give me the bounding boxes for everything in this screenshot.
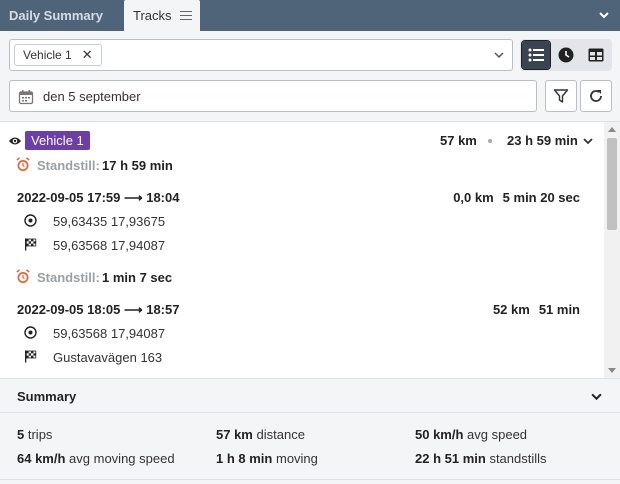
scroll-down-icon[interactable] <box>608 368 616 373</box>
end-location: 59,63568 17,94087 <box>53 238 166 253</box>
list-view-button[interactable] <box>521 40 551 70</box>
stat-label: standstills <box>489 451 547 466</box>
trip-row[interactable]: 2022-09-05 17:59 ⟶ 18:04 0,0 km 5 min 20 … <box>0 188 604 206</box>
stat-avg-moving-speed: 64 km/h avg moving speed <box>17 451 175 466</box>
alarm-clock-icon <box>16 157 30 171</box>
trip-time: 2022-09-05 18:05 ⟶ 18:57 <box>17 302 180 317</box>
stat-standstills: 22 h 51 min standstills <box>415 451 547 466</box>
start-point-icon <box>24 214 37 227</box>
tab-daily-summary[interactable]: Daily Summary <box>0 0 122 31</box>
list-icon <box>528 48 544 62</box>
tab-label: Daily Summary <box>9 8 103 23</box>
summary-panel: Summary 5 trips 57 km distance 50 km/h a… <box>0 378 620 484</box>
standstill-label: Standstill: <box>37 270 100 285</box>
trip-end-point[interactable]: Gustavavägen 163 <box>0 348 604 366</box>
stat-value: 1 h 8 min <box>216 451 273 466</box>
scroll-thumb[interactable] <box>607 138 617 230</box>
stat-label: avg speed <box>467 427 528 442</box>
vehicle-select[interactable]: Vehicle 1 ✕ <box>9 39 513 71</box>
finish-flag-icon <box>25 350 37 363</box>
stat-label: moving <box>275 451 318 466</box>
stat-label: trips <box>27 427 53 442</box>
standstill-duration: 1 min 7 sec <box>102 270 173 285</box>
trip-end-point[interactable]: 59,63568 17,94087 <box>0 236 604 254</box>
stat-label: distance <box>256 427 305 442</box>
stat-distance: 57 km distance <box>216 427 305 442</box>
track-list: Vehicle 1 57 km 23 h 59 min Standstill: … <box>0 122 604 378</box>
stat-value: 64 km/h <box>17 451 66 466</box>
calendar-icon <box>18 90 34 105</box>
trip-distance: 0,0 km <box>453 190 494 205</box>
trip-start-point[interactable]: 59,63568 17,94087 <box>0 324 604 342</box>
scroll-up-icon[interactable] <box>608 127 616 132</box>
trip-stats: 52 km 51 min <box>493 302 580 317</box>
chevron-down-icon[interactable] <box>598 9 610 21</box>
start-location: 59,63568 17,94087 <box>53 326 166 341</box>
tab-tracks[interactable]: Tracks <box>124 0 200 31</box>
summary-header[interactable]: Summary <box>0 379 620 413</box>
menu-icon[interactable] <box>179 10 192 21</box>
start-point-icon <box>24 326 37 339</box>
trip-duration: 5 min 20 sec <box>502 190 580 205</box>
filter-button[interactable] <box>545 80 577 112</box>
eye-icon[interactable] <box>8 135 22 147</box>
stat-avg-speed: 50 km/h avg speed <box>415 427 527 442</box>
standstill-row[interactable]: Standstill: 17 h 59 min <box>0 156 604 174</box>
standstill-duration: 17 h 59 min <box>102 158 173 173</box>
chevron-down-icon[interactable] <box>591 391 602 402</box>
summary-divider <box>0 479 620 480</box>
vehicle-distance: 57 km <box>440 133 477 148</box>
filter-icon <box>553 89 569 103</box>
vehicle-duration: 23 h 59 min <box>507 133 578 148</box>
date-value: den 5 september <box>43 89 141 104</box>
standstill-label: Standstill: <box>37 158 100 173</box>
toolbar: Vehicle 1 ✕ den 5 september <box>0 31 620 122</box>
date-picker[interactable]: den 5 september <box>9 80 537 112</box>
separator-dot <box>488 139 492 143</box>
start-location: 59,63435 17,93675 <box>53 214 166 229</box>
summary-title: Summary <box>17 389 77 404</box>
timeline-view-button[interactable] <box>552 41 580 69</box>
stat-trips: 5 trips <box>17 427 52 442</box>
view-switcher <box>520 39 612 71</box>
chip-remove-icon[interactable]: ✕ <box>82 47 93 63</box>
trip-row[interactable]: 2022-09-05 18:05 ⟶ 18:57 52 km 51 min <box>0 300 604 318</box>
vehicle-badge: Vehicle 1 <box>25 131 90 150</box>
trip-time: 2022-09-05 17:59 ⟶ 18:04 <box>17 190 180 205</box>
track-list-scrollbar[interactable] <box>604 122 620 378</box>
chevron-down-icon[interactable] <box>494 50 504 60</box>
trip-stats: 0,0 km 5 min 20 sec <box>453 190 580 205</box>
finish-flag-icon <box>25 238 37 251</box>
stat-moving: 1 h 8 min moving <box>216 451 318 466</box>
standstill-row[interactable]: Standstill: 1 min 7 sec <box>0 268 604 286</box>
alarm-clock-icon <box>16 269 30 283</box>
vehicle-row[interactable]: Vehicle 1 57 km 23 h 59 min <box>0 131 604 151</box>
trip-start-point[interactable]: 59,63435 17,93675 <box>0 212 604 230</box>
stat-value: 57 km <box>216 427 253 442</box>
stat-value: 50 km/h <box>415 427 464 442</box>
stat-value: 5 <box>17 427 25 442</box>
end-location: Gustavavägen 163 <box>53 350 163 365</box>
tab-label: Tracks <box>133 8 172 23</box>
trip-duration: 51 min <box>538 302 580 317</box>
table-icon <box>588 48 604 62</box>
stat-value: 22 h 51 min <box>415 451 486 466</box>
vehicle-chip-label: Vehicle 1 <box>23 48 72 62</box>
refresh-button[interactable] <box>580 80 612 112</box>
table-view-button[interactable] <box>582 41 610 69</box>
trip-distance: 52 km <box>492 302 530 317</box>
chevron-down-icon[interactable] <box>583 136 593 146</box>
tab-bar: Daily Summary Tracks <box>0 0 620 31</box>
clock-icon <box>558 47 574 63</box>
stat-label: avg moving speed <box>69 451 175 466</box>
vehicle-chip: Vehicle 1 ✕ <box>14 44 102 66</box>
refresh-icon <box>590 90 602 102</box>
